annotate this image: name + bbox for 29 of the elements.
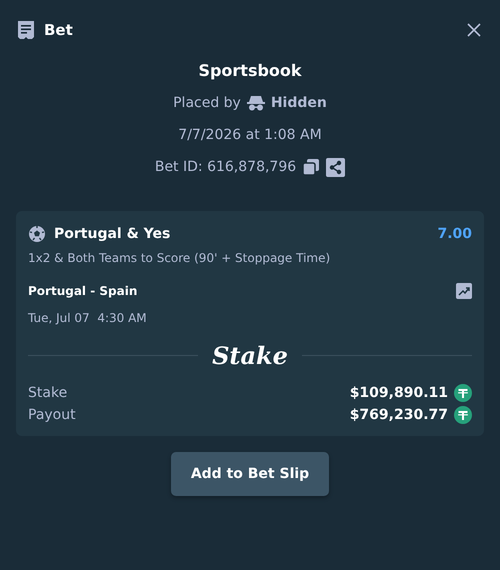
placed-by-label: Placed by [173,94,241,113]
soccer-ball-icon [28,225,46,243]
copy-button[interactable] [302,158,320,176]
stake-logo: Stake [212,341,288,370]
dialog-title: Bet [44,21,73,39]
bet-id: Bet ID: 616,878,796 [154,158,296,177]
close-icon [467,23,481,37]
share-button[interactable] [326,158,346,176]
share-icon [326,158,346,176]
event-name: Portugal - Spain [28,284,138,298]
stats-button[interactable] [456,283,472,299]
amount-value: $769,230.77 [350,407,448,423]
amount-value: $109,890.11 [350,385,448,401]
receipt-icon [16,20,36,40]
selection-name: Portugal & Yes [54,226,170,242]
copy-icon [302,158,320,176]
amount-label: Payout [28,407,76,423]
tether-coin-icon [454,406,472,424]
tether-coin-icon [454,384,472,402]
odds-value: 7.00 [437,226,472,242]
incognito-icon [246,95,265,111]
bet-datetime: 7/7/2026 at 1:08 AM [178,126,322,145]
sportsbook-title: Sportsbook [198,61,302,81]
event-start-time: Tue, Jul 07 4:30 AM [28,311,148,325]
trend-chart-icon [456,283,472,299]
add-to-bet-slip-button[interactable]: Add to Bet Slip [170,452,330,496]
amount-label: Stake [28,385,68,401]
market-name: 1x2 & Both Teams to Score (90' + Stoppage Time) [28,251,332,265]
placed-by-user: Hidden [270,94,327,113]
